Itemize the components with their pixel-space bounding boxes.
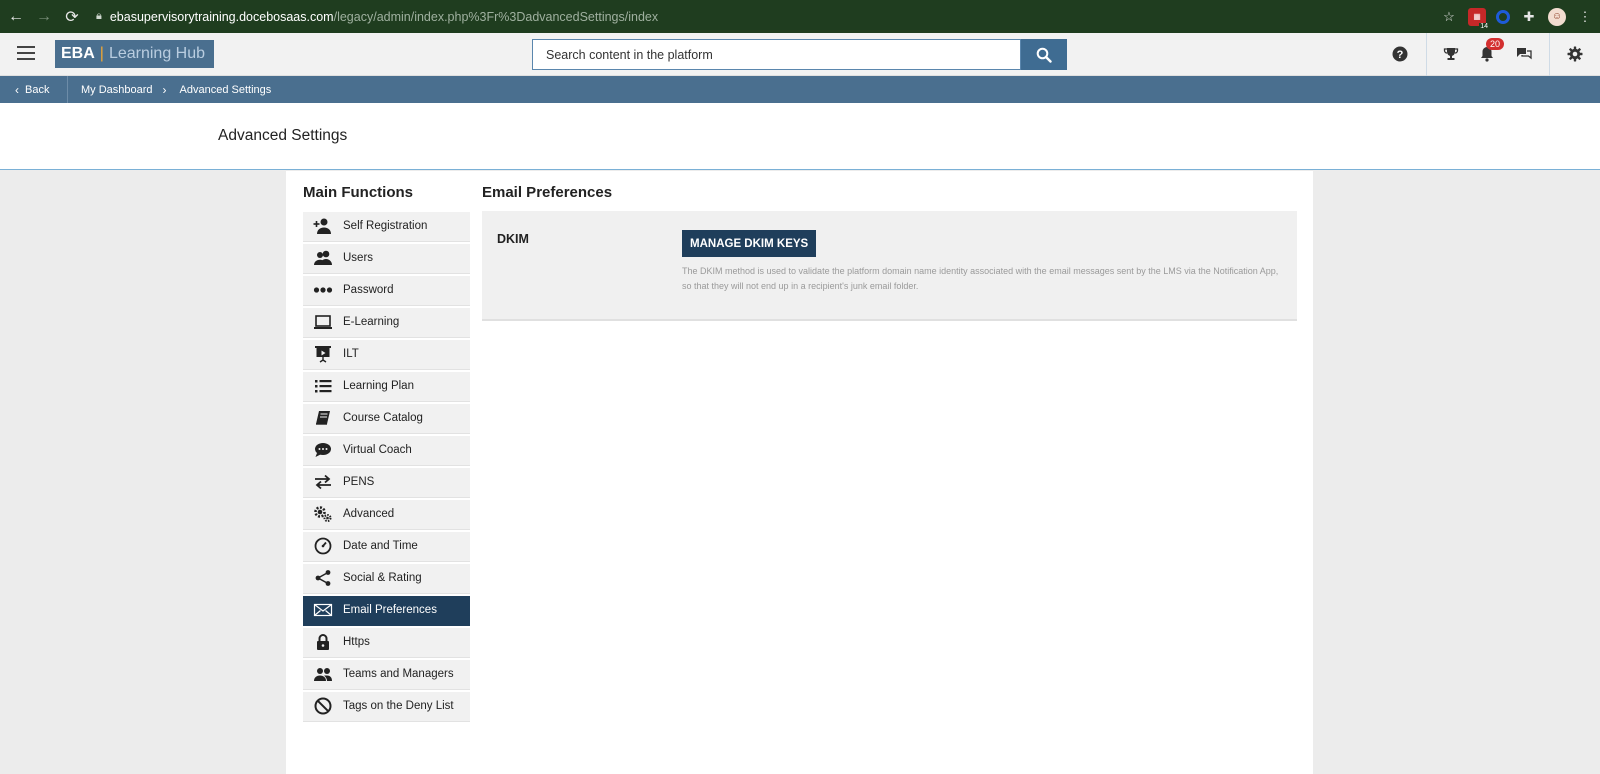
- sidebar-item-label: ILT: [343, 348, 359, 361]
- sidebar-item-tags-deny-list[interactable]: Tags on the Deny List: [303, 692, 470, 722]
- extension-badge: 14: [1479, 22, 1489, 30]
- puzzle-icon[interactable]: ✚: [1520, 8, 1538, 26]
- presentation-icon: [303, 344, 343, 364]
- dkim-description: The DKIM method is used to validate the …: [682, 266, 1279, 291]
- back-label: Back: [25, 83, 50, 96]
- bookmark-star-icon[interactable]: ☆: [1440, 8, 1458, 26]
- sidebar-item-label: PENS: [343, 476, 375, 489]
- sidebar-item-label: Users: [343, 252, 374, 265]
- sidebar-menu: Self Registration Users Password E-Learn…: [303, 212, 470, 724]
- add-user-icon: [303, 216, 343, 236]
- section-title: Email Preferences: [482, 184, 613, 201]
- sidebar-item-label: Course Catalog: [343, 412, 423, 425]
- chevron-right-icon: ›: [162, 82, 167, 97]
- breadcrumb: ‹ Back My Dashboard › Advanced Settings: [0, 76, 1600, 103]
- sidebar-item-label: Advanced: [343, 508, 395, 521]
- sidebar-item-learning-plan[interactable]: Learning Plan: [303, 372, 470, 402]
- search-icon: [1036, 47, 1052, 63]
- sidebar-item-e-learning[interactable]: E-Learning: [303, 308, 470, 338]
- breadcrumb-advanced-settings: Advanced Settings: [179, 83, 272, 96]
- address-bar[interactable]: ebasupervisorytraining.docebosaas.com/le…: [110, 10, 658, 24]
- sidebar-item-label: Password: [343, 284, 394, 297]
- url-host: ebasupervisorytraining.docebosaas.com: [109, 9, 334, 24]
- browser-toolbar: ← → ⟳ 🔒︎ ebasupervisorytraining.docebosa…: [0, 0, 1600, 33]
- header-divider: [1549, 33, 1550, 76]
- browser-back-icon[interactable]: ←: [4, 5, 28, 29]
- profile-avatar[interactable]: ☺: [1548, 7, 1566, 26]
- messages-icon[interactable]: [1511, 41, 1537, 67]
- sidebar-item-ilt[interactable]: ILT: [303, 340, 470, 370]
- gears-icon: [303, 504, 343, 524]
- password-dots-icon: [303, 280, 343, 300]
- chat-bubble-icon: [303, 440, 343, 460]
- sidebar-item-label: Virtual Coach: [343, 444, 412, 457]
- sidebar-item-users[interactable]: Users: [303, 244, 470, 274]
- sidebar-item-self-registration[interactable]: Self Registration: [303, 212, 470, 242]
- page-title: Advanced Settings: [218, 127, 348, 144]
- header-divider: [1426, 33, 1427, 76]
- reload-icon[interactable]: ⟳: [60, 5, 84, 29]
- sidebar-item-date-and-time[interactable]: Date and Time: [303, 532, 470, 562]
- extension-circle-icon[interactable]: [1496, 9, 1510, 24]
- page-header: Advanced Settings: [0, 103, 1600, 170]
- logo-brand: EBA: [61, 45, 95, 62]
- deny-icon: [303, 696, 343, 716]
- gear-icon[interactable]: [1562, 41, 1588, 67]
- sidebar-item-label: E-Learning: [343, 316, 400, 329]
- help-icon[interactable]: ?: [1387, 41, 1413, 67]
- sidebar-item-password[interactable]: Password: [303, 276, 470, 306]
- sidebar-item-label: Teams and Managers: [343, 668, 454, 681]
- sidebar-item-https[interactable]: Https: [303, 628, 470, 658]
- dkim-label: DKIM: [497, 232, 529, 246]
- breadcrumb-my-dashboard[interactable]: My Dashboard: [81, 84, 153, 96]
- sidebar-item-pens[interactable]: PENS: [303, 468, 470, 498]
- laptop-icon: [303, 312, 343, 332]
- notifications-badge: 20: [1486, 38, 1505, 50]
- manage-dkim-keys-button[interactable]: MANAGE DKIM KEYS: [682, 230, 817, 257]
- sidebar-item-label: Self Registration: [343, 220, 428, 233]
- url-path: /legacy/admin/index.php%3Fr%3DadvancedSe…: [333, 9, 659, 24]
- search-button[interactable]: [1021, 39, 1067, 70]
- share-icon: [303, 568, 343, 588]
- logo-separator: |: [99, 45, 104, 62]
- app-header: EBA | Learning Hub ? 20: [0, 33, 1600, 76]
- lock-icon: [303, 632, 343, 652]
- kebab-menu-icon[interactable]: ⋮: [1576, 8, 1594, 26]
- lock-icon: 🔒︎: [96, 10, 102, 22]
- content-card: Main Functions Self Registration Users P…: [286, 171, 1313, 774]
- sidebar-item-social-rating[interactable]: Social & Rating: [303, 564, 470, 594]
- back-button[interactable]: ‹ Back: [0, 76, 68, 103]
- sidebar-item-course-catalog[interactable]: Course Catalog: [303, 404, 470, 434]
- sidebar-item-label: Email Preferences: [343, 604, 437, 617]
- list-icon: [303, 376, 343, 396]
- logo-product: Learning Hub: [108, 45, 206, 62]
- chevron-left-icon: ‹: [15, 82, 19, 97]
- svg-text:?: ?: [1397, 49, 1404, 61]
- sidebar-item-teams-managers[interactable]: Teams and Managers: [303, 660, 470, 690]
- logo[interactable]: EBA | Learning Hub: [55, 40, 214, 68]
- sidebar-item-email-preferences[interactable]: Email Preferences: [303, 596, 470, 626]
- sidebar-item-label: Https: [343, 636, 370, 649]
- arrows-exchange-icon: [303, 472, 343, 492]
- sidebar-item-label: Social & Rating: [343, 572, 422, 585]
- sidebar-item-label: Tags on the Deny List: [343, 700, 454, 713]
- extension-calendar-icon[interactable]: ▦ 14: [1468, 7, 1489, 30]
- dkim-panel: DKIM MANAGE DKIM KEYS The DKIM method is…: [482, 211, 1297, 321]
- sidebar-item-label: Learning Plan: [343, 380, 414, 393]
- team-icon: [303, 664, 343, 684]
- hamburger-menu-icon[interactable]: [17, 46, 35, 60]
- search-input[interactable]: [532, 39, 1021, 70]
- sidebar-item-advanced[interactable]: Advanced: [303, 500, 470, 530]
- sidebar-item-label: Date and Time: [343, 540, 418, 553]
- browser-forward-icon[interactable]: →: [32, 5, 56, 29]
- sidebar-title: Main Functions: [303, 184, 413, 201]
- trophy-icon[interactable]: [1438, 41, 1464, 67]
- envelope-icon: [303, 600, 343, 620]
- clock-icon: [303, 536, 343, 556]
- book-icon: [303, 408, 343, 428]
- sidebar-item-virtual-coach[interactable]: Virtual Coach: [303, 436, 470, 466]
- users-icon: [303, 248, 343, 268]
- notifications-bell-icon[interactable]: 20: [1474, 38, 1505, 67]
- search-bar: [532, 39, 1067, 70]
